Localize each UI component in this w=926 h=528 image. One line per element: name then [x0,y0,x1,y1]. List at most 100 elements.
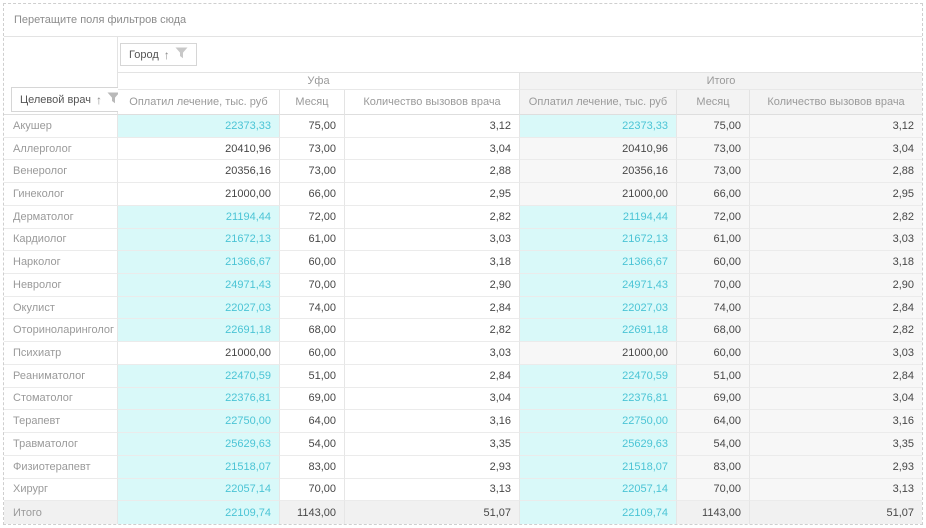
data-cell[interactable]: 51,00 [677,365,750,388]
data-cell[interactable]: 21000,00 [520,183,677,206]
data-cell[interactable]: 69,00 [677,388,750,411]
data-cell[interactable]: 83,00 [280,456,345,479]
data-cell[interactable]: 2,82 [345,206,520,229]
data-cell[interactable]: 3,13 [345,479,520,502]
data-cell[interactable]: 22109,74 [118,501,280,524]
data-cell[interactable]: 22027,03 [118,297,280,320]
data-cell[interactable]: 2,82 [750,206,922,229]
data-cell[interactable]: 3,04 [750,138,922,161]
row-header[interactable]: Кардиолог [4,229,118,252]
data-cell[interactable]: 21194,44 [118,206,280,229]
data-cell[interactable]: 75,00 [677,115,750,138]
measure-header-payment-total[interactable]: Оплатил лечение, тыс. руб [520,90,677,115]
data-cell[interactable]: 75,00 [280,115,345,138]
data-cell[interactable]: 2,88 [345,160,520,183]
data-cell[interactable]: 24971,43 [118,274,280,297]
row-header[interactable]: Реаниматолог [4,365,118,388]
data-cell[interactable]: 22750,00 [118,410,280,433]
data-cell[interactable]: 24971,43 [520,274,677,297]
data-cell[interactable]: 70,00 [280,479,345,502]
data-cell[interactable]: 51,07 [750,501,922,524]
data-cell[interactable]: 3,03 [750,229,922,252]
data-cell[interactable]: 1143,00 [677,501,750,524]
data-cell[interactable]: 2,82 [345,319,520,342]
row-header[interactable]: Венеролог [4,160,118,183]
measure-header-calls[interactable]: Количество вызовов врача [345,90,520,115]
data-cell[interactable]: 2,84 [750,365,922,388]
data-cell[interactable]: 54,00 [280,433,345,456]
data-cell[interactable]: 22376,81 [118,388,280,411]
column-field-chip[interactable]: Город ↑ [120,43,197,66]
data-cell[interactable]: 21000,00 [520,342,677,365]
data-cell[interactable]: 3,16 [345,410,520,433]
row-header[interactable]: Оториноларинголог [4,319,118,342]
column-group-header-total[interactable]: Итого [520,73,922,90]
data-cell[interactable]: 21000,00 [118,342,280,365]
data-cell[interactable]: 22057,14 [118,479,280,502]
data-cell[interactable]: 21194,44 [520,206,677,229]
column-fields-area[interactable]: Город ↑ [118,37,922,73]
data-cell[interactable]: 22057,14 [520,479,677,502]
data-cell[interactable]: 22691,18 [520,319,677,342]
data-cell[interactable]: 51,00 [280,365,345,388]
data-cell[interactable]: 61,00 [677,229,750,252]
filter-icon[interactable] [175,47,188,62]
total-row-header[interactable]: Итого [4,501,118,524]
measure-header-month-total[interactable]: Месяц [677,90,750,115]
data-cell[interactable]: 2,93 [345,456,520,479]
data-cell[interactable]: 69,00 [280,388,345,411]
data-cell[interactable]: 3,18 [345,251,520,274]
data-cell[interactable]: 20356,16 [118,160,280,183]
data-cell[interactable]: 51,07 [345,501,520,524]
data-cell[interactable]: 73,00 [280,138,345,161]
data-cell[interactable]: 3,04 [345,138,520,161]
data-cell[interactable]: 21000,00 [118,183,280,206]
data-cell[interactable]: 22376,81 [520,388,677,411]
data-cell[interactable]: 74,00 [280,297,345,320]
data-cell[interactable]: 3,12 [345,115,520,138]
data-cell[interactable]: 72,00 [280,206,345,229]
data-cell[interactable]: 60,00 [280,342,345,365]
data-cell[interactable]: 2,95 [750,183,922,206]
sort-ascending-icon[interactable]: ↑ [164,49,170,61]
data-cell[interactable]: 66,00 [280,183,345,206]
data-cell[interactable]: 3,04 [750,388,922,411]
data-cell[interactable]: 21518,07 [118,456,280,479]
data-cell[interactable]: 22027,03 [520,297,677,320]
row-header[interactable]: Аллерголог [4,138,118,161]
data-cell[interactable]: 21366,67 [520,251,677,274]
data-cell[interactable]: 74,00 [677,297,750,320]
data-cell[interactable]: 3,13 [750,479,922,502]
data-cell[interactable]: 3,03 [345,229,520,252]
row-header[interactable]: Травматолог [4,433,118,456]
data-cell[interactable]: 68,00 [677,319,750,342]
data-cell[interactable]: 83,00 [677,456,750,479]
data-cell[interactable]: 73,00 [677,160,750,183]
data-cell[interactable]: 21672,13 [520,229,677,252]
data-cell[interactable]: 2,84 [345,297,520,320]
sort-ascending-icon[interactable]: ↑ [96,94,102,106]
data-cell[interactable]: 2,93 [750,456,922,479]
row-header[interactable]: Психиатр [4,342,118,365]
row-header[interactable]: Окулист [4,297,118,320]
data-cell[interactable]: 3,12 [750,115,922,138]
data-cell[interactable]: 21672,13 [118,229,280,252]
row-header[interactable]: Невролог [4,274,118,297]
data-cell[interactable]: 2,95 [345,183,520,206]
row-header[interactable]: Гинеколог [4,183,118,206]
data-cell[interactable]: 72,00 [677,206,750,229]
row-field-chip[interactable]: Целевой врач ↑ [11,87,129,112]
row-header[interactable]: Акушер [4,115,118,138]
row-header[interactable]: Физиотерапевт [4,456,118,479]
data-cell[interactable]: 73,00 [677,138,750,161]
filter-drop-area[interactable]: Перетащите поля фильтров сюда [4,4,922,37]
data-cell[interactable]: 3,18 [750,251,922,274]
data-cell[interactable]: 1143,00 [280,501,345,524]
data-cell[interactable]: 22470,59 [520,365,677,388]
measure-header-month[interactable]: Месяц [280,90,345,115]
data-cell[interactable]: 3,03 [345,342,520,365]
data-cell[interactable]: 21366,67 [118,251,280,274]
data-cell[interactable]: 66,00 [677,183,750,206]
data-cell[interactable]: 68,00 [280,319,345,342]
data-cell[interactable]: 3,04 [345,388,520,411]
